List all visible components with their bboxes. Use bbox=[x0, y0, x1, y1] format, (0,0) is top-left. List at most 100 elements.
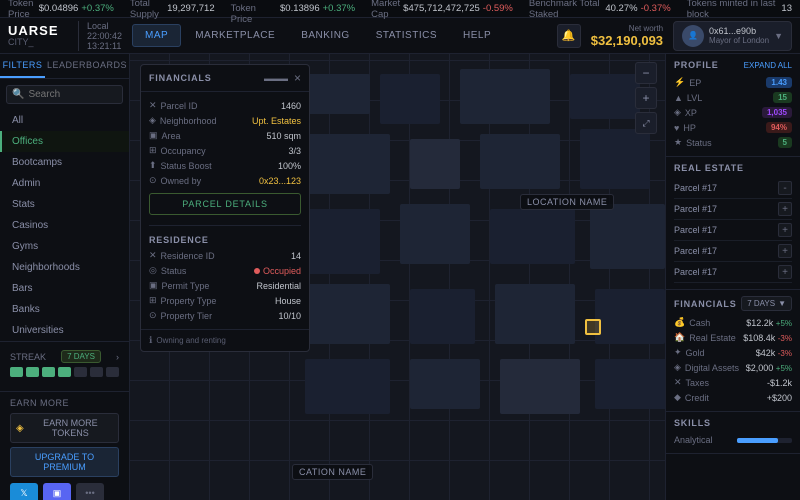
profile-section-header: PROFILE EXPAND ALL bbox=[674, 60, 792, 70]
sidebar-item-bootcamps[interactable]: Bootcamps bbox=[0, 152, 129, 173]
re-row-0: Parcel #17 - bbox=[674, 178, 792, 199]
sidebar-item-bars[interactable]: Bars bbox=[0, 278, 129, 299]
ticker-total-supply: Total Supply 19,297,712 bbox=[130, 0, 215, 20]
financials-period-selector[interactable]: 7 DAYS ▼ bbox=[741, 296, 792, 311]
close-icon[interactable]: × bbox=[294, 71, 301, 85]
location-label-1: LOCATION NAME bbox=[520, 194, 614, 210]
avatar-info: 0x61...e90b Mayor of London bbox=[709, 26, 769, 45]
sidebar-item-all[interactable]: All bbox=[0, 110, 129, 131]
earn-more-tokens-button[interactable]: ◈ EARN MORE TOKENS bbox=[10, 413, 119, 443]
lvl-badge: 15 bbox=[773, 92, 792, 103]
re-action-button-0[interactable]: - bbox=[778, 181, 792, 195]
modal-row-owned-by: ⊙Owned by 0x23...123 bbox=[149, 173, 301, 188]
sidebar-item-admin[interactable]: Admin bbox=[0, 173, 129, 194]
tab-map[interactable]: MAP bbox=[132, 24, 181, 47]
earn-more-section: EARN MORE ◈ EARN MORE TOKENS UPGRADE TO … bbox=[0, 391, 129, 500]
sidebar-item-neighborhoods[interactable]: Neighborhoods bbox=[0, 257, 129, 278]
re-action-button-1[interactable]: + bbox=[778, 202, 792, 216]
net-worth-area: Net worth $32,190,093 bbox=[591, 24, 663, 48]
fin-row-real-estate: 🏠Real Estate $108.4k -3% bbox=[674, 330, 792, 345]
lvl-icon: ▲ bbox=[674, 93, 683, 103]
fin-row-cash: 💰Cash $12.2k +5% bbox=[674, 315, 792, 330]
tab-leaderboards[interactable]: LEADERBOARDS bbox=[45, 54, 129, 78]
map-controls: − + ⤢ bbox=[635, 62, 657, 134]
re-action-button-4[interactable]: + bbox=[778, 265, 792, 279]
sidebar-item-stats[interactable]: Stats bbox=[0, 194, 129, 215]
tab-statistics[interactable]: STATISTICS bbox=[364, 25, 449, 46]
modal-divider bbox=[149, 225, 301, 226]
profile-row-status: ★Status 5 bbox=[674, 135, 792, 150]
avatar-dropdown[interactable]: 👤 0x61...e90b Mayor of London ▼ bbox=[673, 21, 792, 51]
sidebar-item-offices[interactable]: Offices bbox=[0, 131, 129, 152]
skills-section: SKILLS Analytical bbox=[666, 412, 800, 454]
modal-row-parcel-id: ✕Parcel ID 1460 bbox=[149, 98, 301, 113]
other-social-button[interactable]: ••• bbox=[76, 483, 104, 500]
property-tier-icon: ⊙ bbox=[149, 310, 157, 321]
right-profile-section: PROFILE EXPAND ALL ⚡EP 1.43 ▲LVL 15 ◈XP … bbox=[666, 54, 800, 157]
tab-help[interactable]: HELP bbox=[451, 25, 503, 46]
streak-dot bbox=[42, 367, 55, 377]
sidebar-item-universities[interactable]: Universities bbox=[0, 320, 129, 341]
profile-title: PROFILE bbox=[674, 60, 719, 70]
re-action-button-2[interactable]: + bbox=[778, 223, 792, 237]
sidebar-item-casinos[interactable]: Casinos bbox=[0, 215, 129, 236]
zoom-in-button[interactable]: + bbox=[635, 87, 657, 109]
discord-button[interactable]: ▣ bbox=[43, 483, 71, 500]
expand-map-button[interactable]: ⤢ bbox=[635, 112, 657, 134]
search-input[interactable] bbox=[28, 89, 117, 100]
modal-row-property-type: ⊞Property Type House bbox=[149, 293, 301, 308]
profile-row-lvl: ▲LVL 15 bbox=[674, 90, 792, 105]
xp-icon: ◈ bbox=[674, 107, 681, 118]
info-icon: ℹ bbox=[149, 335, 152, 346]
city-block bbox=[480, 134, 560, 189]
left-sidebar: FILTERS LEADERBOARDS 🔍 All Offices Bootc… bbox=[0, 54, 130, 500]
modal-row-residence-id: ✕Residence ID 14 bbox=[149, 248, 301, 263]
sidebar-item-banks[interactable]: Banks bbox=[0, 299, 129, 320]
parcel-details-button[interactable]: PARCEL DETAILS bbox=[149, 193, 301, 215]
zoom-out-button[interactable]: − bbox=[635, 62, 657, 84]
map-area[interactable]: LOCATION NAME LOCATION NAME CATION NAME … bbox=[130, 54, 665, 500]
fin-row-taxes: ✕Taxes -$1.2k bbox=[674, 375, 792, 390]
neighborhood-icon: ◈ bbox=[149, 115, 156, 126]
area-icon: ▣ bbox=[149, 130, 158, 141]
token-icon: ◈ bbox=[16, 423, 24, 434]
modal-row-neighborhood: ◈Neighborhood Upt. Estates bbox=[149, 113, 301, 128]
nav-tabs: MAP MARKETPLACE BANKING STATISTICS HELP bbox=[132, 24, 557, 47]
sidebar-tabs: FILTERS LEADERBOARDS bbox=[0, 54, 129, 79]
analytical-progress-bar bbox=[737, 438, 792, 443]
social-buttons: 𝕏 ▣ ••• bbox=[10, 483, 119, 500]
twitter-button[interactable]: 𝕏 bbox=[10, 483, 38, 500]
re-row-3: Parcel #17 + bbox=[674, 241, 792, 262]
financials-section: FINANCIALS 7 DAYS ▼ 💰Cash $12.2k +5% 🏠Re… bbox=[666, 290, 800, 412]
tab-banking[interactable]: BANKING bbox=[289, 25, 362, 46]
ep-badge: 1.43 bbox=[766, 77, 792, 88]
financials-section-title: FINANCIALS bbox=[674, 299, 737, 309]
sidebar-item-gyms[interactable]: Gyms bbox=[0, 236, 129, 257]
re-action-button-3[interactable]: + bbox=[778, 244, 792, 258]
hp-icon: ♥ bbox=[674, 123, 679, 133]
city-block bbox=[580, 129, 650, 189]
xp-badge: 1,035 bbox=[762, 107, 792, 118]
taxes-icon: ✕ bbox=[674, 377, 682, 388]
notification-button[interactable]: 🔔 bbox=[557, 24, 581, 48]
fin-row-credit: ◆Credit +$200 bbox=[674, 390, 792, 405]
city-block bbox=[495, 284, 575, 344]
city-block bbox=[595, 359, 665, 409]
location-label-3: CATION NAME bbox=[292, 464, 373, 480]
city-block bbox=[595, 289, 665, 344]
upgrade-premium-button[interactable]: UPGRADE TO PREMIUM bbox=[10, 447, 119, 477]
owned-by-icon: ⊙ bbox=[149, 175, 157, 186]
city-block bbox=[410, 289, 475, 344]
status-occupied: Occupied bbox=[254, 266, 301, 276]
real-estate-section: REAL ESTATE Parcel #17 - Parcel #17 + Pa… bbox=[666, 157, 800, 290]
tab-filters[interactable]: FILTERS bbox=[0, 54, 45, 78]
modal-panel: FINANCIALS ▬▬▬ × ✕Parcel ID 1460 ◈Neighb… bbox=[140, 64, 310, 352]
tab-marketplace[interactable]: MARKETPLACE bbox=[183, 25, 287, 46]
logo-title: UARSE bbox=[8, 24, 68, 37]
ticker-gold-price: Gold Token Price $0.13896 +0.37% bbox=[231, 0, 356, 25]
selected-parcel[interactable] bbox=[585, 319, 601, 335]
expand-all-button[interactable]: EXPAND ALL bbox=[744, 61, 792, 70]
streak-section: STREAK 7 DAYS › bbox=[0, 341, 129, 391]
search-box[interactable]: 🔍 bbox=[6, 85, 123, 104]
city-block bbox=[490, 209, 575, 264]
